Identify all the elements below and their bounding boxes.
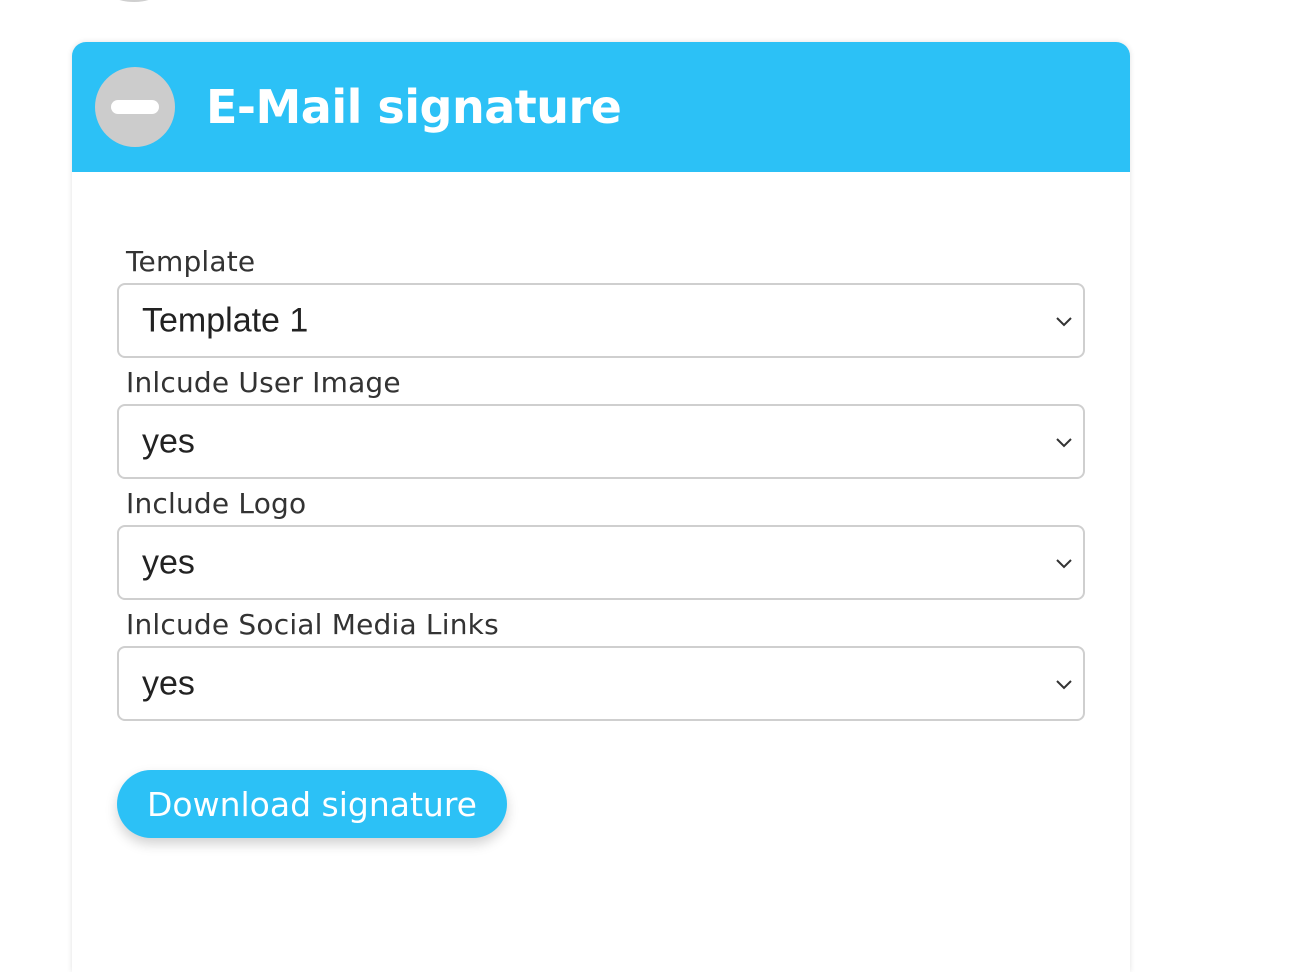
- user-image-field: Inlcude User Image yes: [117, 369, 1085, 479]
- chevron-down-icon: [1056, 558, 1072, 568]
- social-links-select[interactable]: yes: [117, 646, 1085, 721]
- template-select-value: Template 1: [142, 301, 309, 339]
- logo-select-value: yes: [142, 543, 195, 581]
- email-signature-panel: E-Mail signature Template Template 1 Inl…: [72, 42, 1130, 972]
- logo-field: Include Logo yes: [117, 490, 1085, 600]
- download-signature-button[interactable]: Download signature: [117, 770, 507, 838]
- partial-icon-above: [112, 0, 156, 2]
- chevron-down-icon: [1056, 316, 1072, 326]
- panel-body: Template Template 1 Inlcude User Image y…: [72, 172, 1130, 838]
- user-image-label: Inlcude User Image: [126, 366, 401, 399]
- social-links-select-value: yes: [142, 664, 195, 702]
- template-select[interactable]: Template 1: [117, 283, 1085, 358]
- panel-title: E-Mail signature: [206, 80, 622, 134]
- panel-header: E-Mail signature: [72, 42, 1130, 172]
- user-image-select-value: yes: [142, 422, 195, 460]
- social-links-label: Inlcude Social Media Links: [126, 608, 499, 641]
- user-image-select[interactable]: yes: [117, 404, 1085, 479]
- logo-label: Include Logo: [126, 487, 307, 520]
- template-field: Template Template 1: [117, 248, 1085, 358]
- logo-select[interactable]: yes: [117, 525, 1085, 600]
- template-label: Template: [126, 245, 256, 278]
- minus-icon: [111, 100, 159, 114]
- chevron-down-icon: [1056, 437, 1072, 447]
- social-links-field: Inlcude Social Media Links yes: [117, 611, 1085, 721]
- chevron-down-icon: [1056, 679, 1072, 689]
- collapse-button[interactable]: [95, 67, 175, 147]
